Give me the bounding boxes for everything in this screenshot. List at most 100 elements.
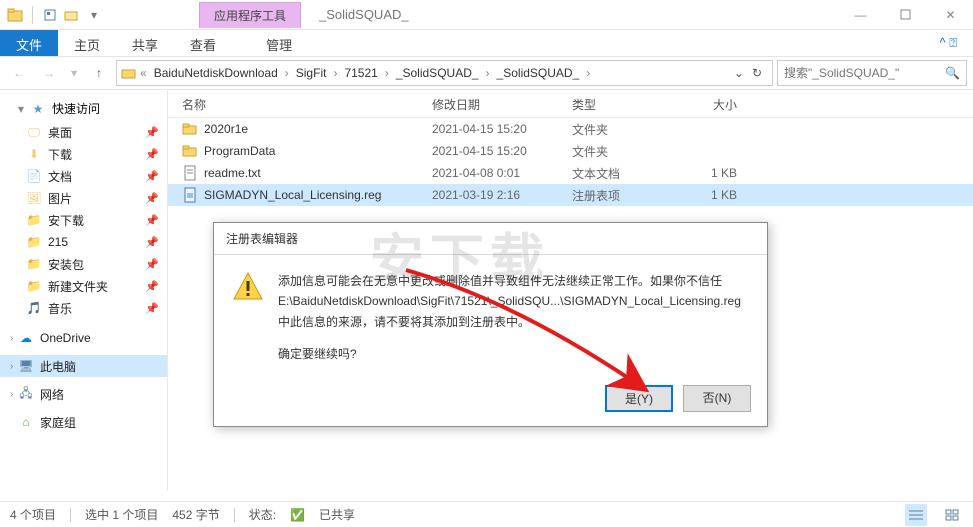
table-row[interactable]: ProgramData 2021-04-15 15:20文件夹 <box>168 140 973 162</box>
nav-item-icon: 🖵 <box>26 124 42 140</box>
nav-item-icon: 📁 <box>26 234 42 250</box>
nav-pane[interactable]: ▾ ★ 快速访问 🖵桌面📌⬇下载📌 📄 文档 📌 🖼 图片 📌 📁 安下载 📌 📁 215 📌 📁安装包📌… <box>0 90 168 490</box>
table-row[interactable]: readme.txt2021-04-08 0:01文本文档1 KB <box>168 162 973 184</box>
file-date: 2021-04-15 15:20 <box>432 122 572 136</box>
nav-quick-access[interactable]: ▾ ★ 快速访问 <box>0 96 167 121</box>
search-icon[interactable]: 🔍 <box>945 66 960 80</box>
nav-item-icon: 🎵 <box>26 300 42 316</box>
qat-newfolder-icon[interactable] <box>63 6 81 24</box>
search-input[interactable] <box>784 66 945 80</box>
tab-file[interactable]: 文件 <box>0 30 58 56</box>
pin-icon: 📌 <box>145 236 159 249</box>
col-size[interactable]: 大小 <box>667 96 737 113</box>
nav-item-label: 音乐 <box>48 300 72 317</box>
nav-forward-button[interactable]: → <box>36 60 62 86</box>
pin-icon: 📌 <box>145 192 159 205</box>
tab-home[interactable]: 主页 <box>58 30 116 56</box>
address-bar-row: ← → ▾ ↑ « BaiduNetdiskDownload› SigFit› … <box>0 56 973 90</box>
tab-share[interactable]: 共享 <box>116 30 174 56</box>
col-type[interactable]: 类型 <box>572 96 667 113</box>
file-name: ProgramData <box>204 144 275 158</box>
pin-icon: 📌 <box>145 170 159 183</box>
ribbon-help-icon[interactable]: ^ ⍰ <box>923 30 973 56</box>
nav-item-label: 图片 <box>48 190 72 207</box>
sidebar-item[interactable]: 📁 215 📌 <box>0 231 167 253</box>
cloud-icon: ☁ <box>18 330 34 346</box>
nav-this-pc[interactable]: ›🖥此电脑 <box>0 355 167 377</box>
tab-view[interactable]: 查看 <box>174 30 232 56</box>
dialog-message: 添加信息可能会在无意中更改或删除值并导致组件无法继续正常工作。如果你不信任 E:… <box>278 271 741 365</box>
breadcrumb-seg[interactable]: 71521 <box>340 64 381 82</box>
file-type: 文本文档 <box>572 165 667 182</box>
nav-homegroup[interactable]: ⌂家庭组 <box>0 411 167 433</box>
status-count: 4 个项目 <box>10 506 56 523</box>
breadcrumb-seg[interactable]: _SolidSQUAD_ <box>493 64 584 82</box>
qat-properties-icon[interactable] <box>41 6 59 24</box>
sidebar-item[interactable]: 📁新建文件夹📌 <box>0 275 167 297</box>
maximize-button[interactable] <box>883 0 928 29</box>
nav-item-icon: 📁 <box>26 212 42 228</box>
file-date: 2021-03-19 2:16 <box>432 188 572 202</box>
nav-item-label: 新建文件夹 <box>48 278 108 295</box>
nav-item-label: 215 <box>48 235 68 249</box>
nav-back-button[interactable]: ← <box>6 60 32 86</box>
window-title: _SolidSQUAD_ <box>319 7 409 22</box>
nav-up-button[interactable]: ↑ <box>86 60 112 86</box>
no-button[interactable]: 否(N) <box>683 385 751 412</box>
column-headers[interactable]: 名称 修改日期 类型 大小 <box>168 90 973 118</box>
yes-button[interactable]: 是(Y) <box>605 385 673 412</box>
nav-item-label: 安装包 <box>48 256 84 273</box>
context-tab-header: 应用程序工具 <box>199 2 301 28</box>
breadcrumb-seg[interactable]: SigFit <box>292 64 331 82</box>
col-name[interactable]: 名称 <box>182 96 432 113</box>
sidebar-item[interactable]: 📁安下载📌 <box>0 209 167 231</box>
qat-dropdown-icon[interactable]: ▾ <box>85 6 103 24</box>
address-dropdown-icon[interactable]: ⌄ <box>734 66 744 80</box>
breadcrumb-seg[interactable]: BaiduNetdiskDownload <box>150 64 282 82</box>
file-icon <box>182 121 198 137</box>
file-icon <box>182 165 198 181</box>
sidebar-item[interactable]: 🎵音乐📌 <box>0 297 167 319</box>
file-icon <box>182 187 198 203</box>
nav-item-label: 安下载 <box>48 212 84 229</box>
search-box[interactable]: 🔍 <box>777 60 967 86</box>
table-row[interactable]: SIGMADYN_Local_Licensing.reg2021-03-19 2… <box>168 184 973 206</box>
nav-history-button[interactable]: ▾ <box>66 60 82 86</box>
breadcrumb-seg[interactable]: _SolidSQUAD_ <box>392 64 483 82</box>
warning-icon <box>232 271 264 303</box>
status-bytes: 452 字节 <box>172 506 219 523</box>
breadcrumb[interactable]: « BaiduNetdiskDownload› SigFit› 71521› _… <box>116 60 773 86</box>
nav-item-icon: 📁 <box>26 278 42 294</box>
file-type: 文件夹 <box>572 143 667 160</box>
view-details-button[interactable] <box>905 504 927 526</box>
file-name: readme.txt <box>204 166 261 180</box>
nav-onedrive[interactable]: ›☁OneDrive <box>0 327 167 349</box>
refresh-icon[interactable]: ↻ <box>746 66 768 80</box>
nav-quick-label: 快速访问 <box>52 100 100 117</box>
minimize-button[interactable]: ― <box>838 0 883 29</box>
sidebar-item[interactable]: ⬇下载📌 <box>0 143 167 165</box>
tab-manage[interactable]: 管理 <box>250 30 308 56</box>
status-selected: 选中 1 个项目 <box>85 506 158 523</box>
nav-network[interactable]: ›🖧网络 <box>0 383 167 405</box>
sidebar-item[interactable]: 🖵桌面📌 <box>0 121 167 143</box>
status-state-label: 状态: <box>249 506 276 523</box>
file-date: 2021-04-15 15:20 <box>432 144 572 158</box>
pc-icon: 🖥 <box>18 358 34 374</box>
table-row[interactable]: 2020r1e2021-04-15 15:20文件夹 <box>168 118 973 140</box>
sidebar-item[interactable]: 📄 文档 📌 <box>0 165 167 187</box>
chevron-right-icon[interactable]: « <box>139 66 148 80</box>
sidebar-item[interactable]: 📁安装包📌 <box>0 253 167 275</box>
file-date: 2021-04-08 0:01 <box>432 166 572 180</box>
nav-item-icon: 🖼 <box>26 190 42 206</box>
close-button[interactable]: ✕ <box>928 0 973 29</box>
dialog-title: 注册表编辑器 <box>214 223 767 255</box>
sidebar-item[interactable]: 🖼 图片 📌 <box>0 187 167 209</box>
pin-icon: 📌 <box>145 126 159 139</box>
file-icon <box>182 143 198 159</box>
file-size: 1 KB <box>667 188 737 202</box>
view-large-button[interactable] <box>941 504 963 526</box>
nav-item-label: 文档 <box>48 168 72 185</box>
col-date[interactable]: 修改日期 <box>432 96 572 113</box>
nav-item-icon: 📄 <box>26 168 42 184</box>
